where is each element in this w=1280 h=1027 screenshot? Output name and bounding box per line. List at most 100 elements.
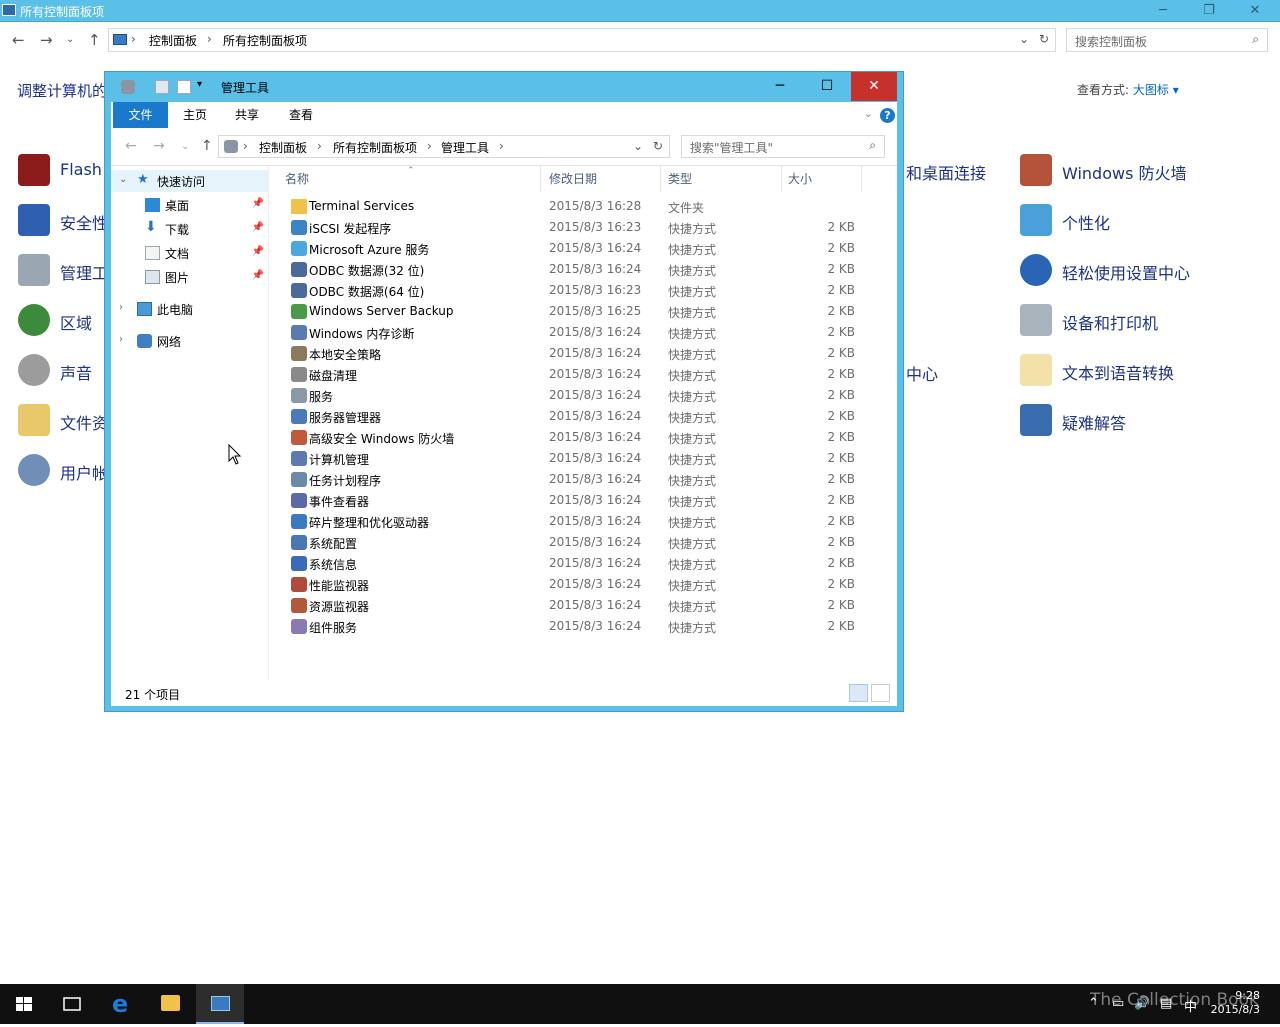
close-button[interactable]: ✕ xyxy=(851,72,897,101)
minimize-button[interactable]: ─ xyxy=(1140,0,1186,22)
file-row[interactable]: 服务器管理器 2015/8/3 16:24 快捷方式 2 KB xyxy=(279,406,865,427)
column-header-name[interactable]: 名称 ⌃ xyxy=(279,166,541,192)
search-input[interactable]: 搜索"管理工具" ⌕ xyxy=(681,135,885,158)
file-row[interactable]: 任务计划程序 2015/8/3 16:24 快捷方式 2 KB xyxy=(279,469,865,490)
maximize-button[interactable]: ☐ xyxy=(804,72,850,101)
pin-icon[interactable]: 📌 xyxy=(252,198,264,209)
recent-chevron-icon[interactable]: ⌄ xyxy=(66,34,74,45)
file-name: ODBC 数据源(64 位) xyxy=(309,285,425,299)
tree-item-network[interactable]: › 网络 xyxy=(111,330,268,352)
file-date: 2015/8/3 16:24 xyxy=(549,367,642,381)
search-input[interactable]: 搜索控制面板 ⌕ xyxy=(1066,28,1268,52)
tab-home[interactable]: 主页 xyxy=(175,102,215,128)
file-row[interactable]: ODBC 数据源(32 位) 2015/8/3 16:24 快捷方式 2 KB xyxy=(279,259,865,280)
column-header-size[interactable]: 大小 xyxy=(782,166,862,192)
file-row[interactable]: iSCSI 发起程序 2015/8/3 16:23 快捷方式 2 KB xyxy=(279,217,865,238)
action-center-icon[interactable]: ▤ xyxy=(1160,996,1172,1011)
file-row[interactable]: 性能监视器 2015/8/3 16:24 快捷方式 2 KB xyxy=(279,574,865,595)
file-row[interactable]: Windows Server Backup 2015/8/3 16:25 快捷方式 2… xyxy=(279,301,865,322)
up-arrow-icon[interactable]: ↑ xyxy=(88,31,101,49)
details-view-icon[interactable] xyxy=(849,684,868,702)
cp-item-remote-desktop[interactable]: 和桌面连接 xyxy=(906,160,986,184)
ribbon-tabs: 文件 主页 共享 查看 ⌄ ? xyxy=(111,102,897,128)
file-row[interactable]: 高级安全 Windows 防火墙 2015/8/3 16:24 快捷方式 2 KB xyxy=(279,427,865,448)
file-row[interactable]: 磁盘清理 2015/8/3 16:24 快捷方式 2 KB xyxy=(279,364,865,385)
back-arrow-icon[interactable]: ← xyxy=(125,138,137,154)
address-bar[interactable]: › 控制面板 › 所有控制面板项 › 管理工具 › ⌄ ↻ xyxy=(218,135,670,158)
star-icon: ★ xyxy=(137,172,149,187)
pin-icon[interactable]: 📌 xyxy=(252,270,264,281)
forward-arrow-icon[interactable]: → xyxy=(153,138,165,154)
properties-icon[interactable] xyxy=(155,80,169,94)
breadcrumb-admin-tools[interactable]: 管理工具 xyxy=(441,139,489,156)
file-type: 快捷方式 xyxy=(668,285,717,299)
breadcrumb-control-panel[interactable]: 控制面板 xyxy=(259,139,307,156)
up-arrow-icon[interactable]: ↑ xyxy=(201,138,213,154)
large-icons-view-icon[interactable] xyxy=(871,684,890,702)
address-dropdown-icon[interactable]: ⌄ xyxy=(1019,32,1029,46)
search-icon[interactable]: ⌕ xyxy=(1252,32,1259,47)
tab-view[interactable]: 查看 xyxy=(281,102,321,128)
column-header-date[interactable]: 修改日期 xyxy=(543,166,661,192)
file-name: 服务 xyxy=(309,390,334,404)
file-row[interactable]: 组件服务 2015/8/3 16:24 快捷方式 2 KB xyxy=(279,616,865,637)
clock[interactable]: 9:28 2015/8/3 xyxy=(1211,989,1260,1017)
tree-item-downloads[interactable]: ⬇ 下载 📌 xyxy=(111,218,268,240)
tree-item-desktop[interactable]: 桌面 📌 xyxy=(111,194,268,216)
collapsed-chevron-icon[interactable]: › xyxy=(119,334,123,345)
refresh-icon[interactable]: ↻ xyxy=(1039,32,1049,46)
new-folder-icon[interactable] xyxy=(177,80,191,94)
file-row[interactable]: 碎片整理和优化驱动器 2015/8/3 16:24 快捷方式 2 KB xyxy=(279,511,865,532)
close-button[interactable]: ✕ xyxy=(1232,0,1278,22)
file-row[interactable]: 本地安全策略 2015/8/3 16:24 快捷方式 2 KB xyxy=(279,343,865,364)
file-row[interactable]: Windows 内存诊断 2015/8/3 16:24 快捷方式 2 KB xyxy=(279,322,865,343)
file-row[interactable]: 服务 2015/8/3 16:24 快捷方式 2 KB xyxy=(279,385,865,406)
file-row[interactable]: Microsoft Azure 服务 2015/8/3 16:24 快捷方式 2 KB xyxy=(279,238,865,259)
taskbar-control-panel[interactable] xyxy=(196,984,244,1024)
network-status-icon[interactable]: ▭ xyxy=(1112,996,1124,1011)
search-icon[interactable]: ⌕ xyxy=(869,138,876,153)
expanded-chevron-icon[interactable]: ⌄ xyxy=(119,174,127,185)
task-view-button[interactable] xyxy=(48,984,96,1024)
tree-item-quick-access[interactable]: ⌄ ★ 快速访问 xyxy=(111,170,268,192)
tab-share[interactable]: 共享 xyxy=(227,102,267,128)
taskbar-edge[interactable]: e xyxy=(98,984,146,1024)
expand-ribbon-chevron-icon[interactable]: ⌄ xyxy=(864,107,873,120)
file-row[interactable]: 资源监视器 2015/8/3 16:24 快捷方式 2 KB xyxy=(279,595,865,616)
tab-file[interactable]: 文件 xyxy=(113,102,168,128)
breadcrumb-control-panel[interactable]: 控制面板 xyxy=(149,32,197,49)
help-icon[interactable]: ? xyxy=(880,108,895,123)
file-row[interactable]: 计算机管理 2015/8/3 16:24 快捷方式 2 KB xyxy=(279,448,865,469)
minimize-button[interactable]: ─ xyxy=(757,72,803,101)
file-row[interactable]: Terminal Services 2015/8/3 16:28 文件夹 xyxy=(279,196,865,217)
collapsed-chevron-icon[interactable]: › xyxy=(119,302,123,313)
tree-item-pictures[interactable]: 图片 📌 xyxy=(111,266,268,288)
customize-qa-chevron-icon[interactable]: ▾ xyxy=(197,79,202,90)
file-row[interactable]: 事件查看器 2015/8/3 16:24 快捷方式 2 KB xyxy=(279,490,865,511)
recent-chevron-icon[interactable]: ⌄ xyxy=(181,141,189,152)
ime-indicator[interactable]: 中 xyxy=(1184,996,1197,1015)
address-dropdown-icon[interactable]: ⌄ xyxy=(633,139,643,153)
tree-item-documents[interactable]: 文档 📌 xyxy=(111,242,268,264)
file-row[interactable]: 系统配置 2015/8/3 16:24 快捷方式 2 KB xyxy=(279,532,865,553)
show-hidden-icons-icon[interactable]: ⌃ xyxy=(1088,996,1099,1011)
refresh-icon[interactable]: ↻ xyxy=(653,139,663,153)
view-by-dropdown[interactable]: 大图标 ▾ xyxy=(1133,83,1179,97)
volume-icon[interactable]: 🔊 xyxy=(1134,996,1150,1011)
back-arrow-icon[interactable]: ← xyxy=(12,31,25,49)
restore-button[interactable]: ❐ xyxy=(1186,0,1232,22)
pin-icon[interactable]: 📌 xyxy=(252,222,264,233)
explorer-titlebar[interactable]: ▾ 管理工具 ─ ☐ ✕ xyxy=(105,72,903,102)
column-header-type[interactable]: 类型 xyxy=(662,166,782,192)
breadcrumb-all-items[interactable]: 所有控制面板项 xyxy=(223,32,307,49)
file-row[interactable]: 系统信息 2015/8/3 16:24 快捷方式 2 KB xyxy=(279,553,865,574)
address-bar[interactable]: › 控制面板 › 所有控制面板项 ⌄ ↻ xyxy=(108,28,1056,52)
tree-item-this-pc[interactable]: › 此电脑 xyxy=(111,298,268,320)
breadcrumb-all-items[interactable]: 所有控制面板项 xyxy=(333,139,417,156)
pin-icon[interactable]: 📌 xyxy=(252,246,264,257)
file-row[interactable]: ODBC 数据源(64 位) 2015/8/3 16:23 快捷方式 2 KB xyxy=(279,280,865,301)
start-button[interactable] xyxy=(0,984,48,1024)
taskbar-file-explorer[interactable] xyxy=(146,984,194,1024)
cp-item-center[interactable]: 中心 xyxy=(906,361,938,385)
forward-arrow-icon[interactable]: → xyxy=(40,31,53,49)
